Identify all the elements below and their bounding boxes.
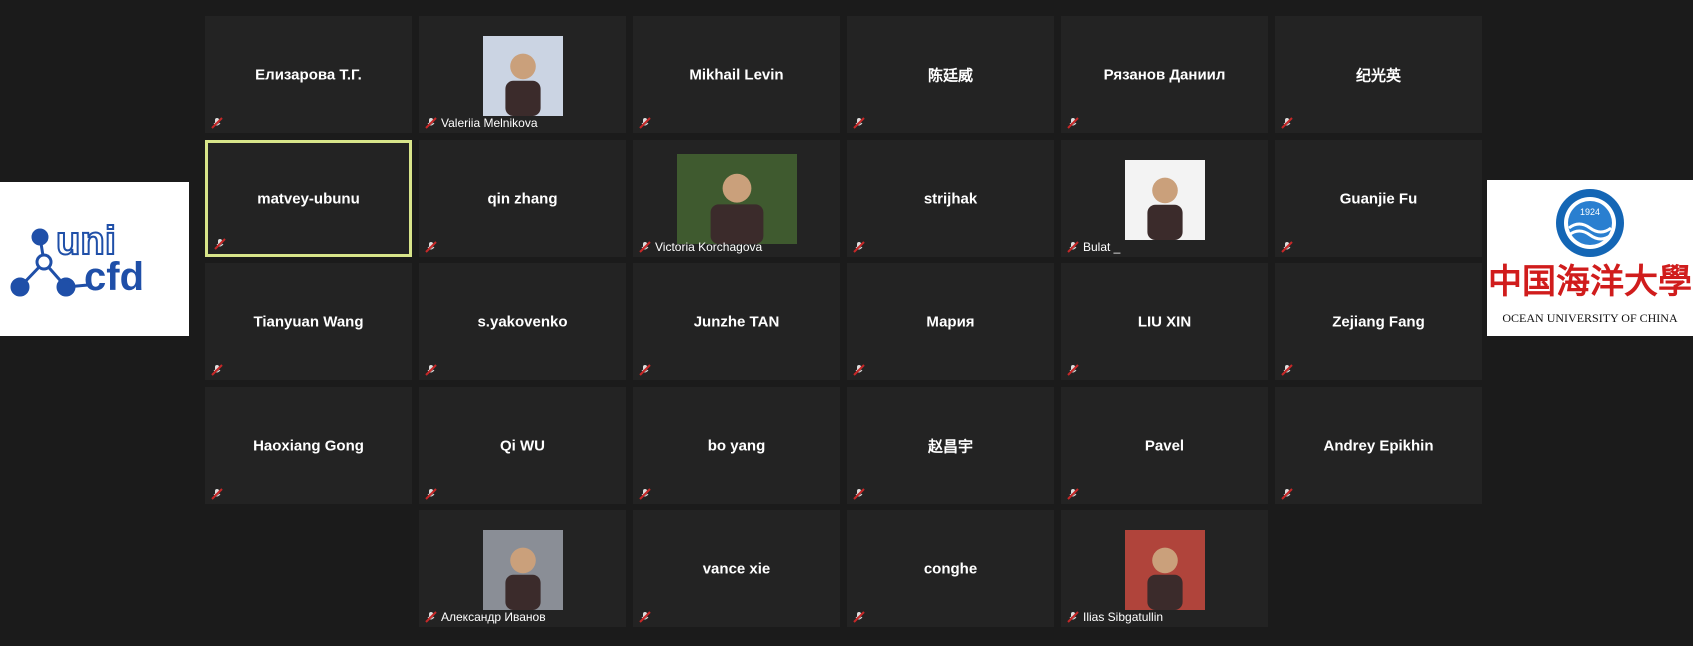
video-feed (483, 530, 563, 610)
participant-tile[interactable]: qin zhang (419, 140, 626, 257)
participant-name: matvey-ubunu (257, 190, 360, 207)
participant-name: Мария (926, 313, 975, 330)
participant-name: Рязанов Даниил (1103, 66, 1226, 83)
video-feed (1125, 160, 1205, 240)
video-feed (1125, 530, 1205, 610)
participant-name: LIU XIN (1137, 313, 1192, 330)
mic-muted-icon (853, 611, 865, 623)
participant-tile[interactable]: conghe (847, 510, 1054, 627)
participant-name: Tianyuan Wang (253, 313, 364, 330)
participant-tile[interactable]: Andrey Epikhin (1275, 387, 1482, 504)
mic-muted-icon (639, 117, 651, 129)
participant-tile[interactable]: bo yang (633, 387, 840, 504)
mic-muted-icon (425, 364, 437, 376)
participant-name-label: Александр Иванов (441, 610, 546, 624)
mic-muted-icon (425, 117, 437, 129)
participant-tile[interactable]: vance xie (633, 510, 840, 627)
video-feed (677, 154, 797, 244)
participant-tile[interactable]: Рязанов Даниил (1061, 16, 1268, 133)
participant-name: 纪光英 (1355, 67, 1401, 84)
participant-name: Zejiang Fang (1332, 313, 1425, 330)
participant-tile[interactable]: Bulat _ (1061, 140, 1268, 257)
participant-name: 赵昌宇 (927, 438, 973, 455)
participant-name: Haoxiang Gong (253, 437, 364, 454)
participant-name: Mikhail Levin (689, 66, 784, 83)
participant-tile[interactable]: Guanjie Fu (1275, 140, 1482, 257)
participant-name-label: Valeriia Melnikova (441, 116, 538, 130)
ocean-university-logo: 1924 中国海洋大學 OCEAN UNIVERSITY OF CHINA (1487, 180, 1693, 336)
participant-tile[interactable]: Александр Иванов (419, 510, 626, 627)
participant-tile[interactable]: 赵昌宇 (847, 387, 1054, 504)
participant-name: Qi WU (500, 437, 545, 454)
participant-tile[interactable]: Zejiang Fang (1275, 263, 1482, 380)
participant-tile[interactable]: Pavel (1061, 387, 1268, 504)
mic-muted-icon (211, 117, 223, 129)
mic-muted-icon (1067, 611, 1079, 623)
participant-tile[interactable]: 纪光英 (1275, 16, 1482, 133)
participant-tile[interactable]: Мария (847, 263, 1054, 380)
mic-muted-icon (639, 488, 651, 500)
mic-muted-icon (853, 488, 865, 500)
mic-muted-icon (211, 488, 223, 500)
participant-tile[interactable]: Qi WU (419, 387, 626, 504)
participant-tile[interactable]: Елизарова Т.Г. (205, 16, 412, 133)
participant-tile[interactable]: 陈廷威 (847, 16, 1054, 133)
logo-english-text: OCEAN UNIVERSITY OF CHINA (1502, 311, 1678, 325)
unicfd-logo: uni cfd (0, 182, 189, 336)
participant-tile[interactable]: Mikhail Levin (633, 16, 840, 133)
mic-muted-icon (1281, 241, 1293, 253)
participant-tile[interactable]: Junzhe TAN (633, 263, 840, 380)
mic-muted-icon (1281, 364, 1293, 376)
seal-year: 1924 (1580, 207, 1600, 217)
participant-tile[interactable]: Valeriia Melnikova (419, 16, 626, 133)
participant-name: Pavel (1144, 437, 1185, 454)
video-feed (483, 36, 563, 116)
participant-name: conghe (923, 560, 978, 577)
logo-chinese-text: 中国海洋大學 (1488, 262, 1692, 302)
participant-name-label: Ilias Sibgatullin (1083, 610, 1164, 624)
mic-muted-icon (214, 238, 226, 250)
participant-name: Andrey Epikhin (1323, 437, 1434, 454)
mic-muted-icon (639, 364, 651, 376)
mic-muted-icon (425, 488, 437, 500)
mic-muted-icon (1067, 241, 1079, 253)
mic-muted-icon (1281, 488, 1293, 500)
logo-text-cfd: cfd (84, 255, 144, 299)
participant-name: bo yang (707, 437, 766, 454)
mic-muted-icon (853, 117, 865, 129)
participant-tile[interactable]: Victoria Korchagova (633, 140, 840, 257)
mic-muted-icon (425, 611, 437, 623)
participant-tile[interactable]: LIU XIN (1061, 263, 1268, 380)
mic-muted-icon (1281, 117, 1293, 129)
participant-tile[interactable]: s.yakovenko (419, 263, 626, 380)
mic-muted-icon (1067, 117, 1079, 129)
participant-name: 陈廷威 (927, 67, 973, 84)
participant-tile[interactable]: Tianyuan Wang (205, 263, 412, 380)
participant-name: Елизарова Т.Г. (255, 66, 362, 83)
mic-muted-icon (639, 241, 651, 253)
participant-tile[interactable]: Haoxiang Gong (205, 387, 412, 504)
participant-tile[interactable]: Ilias Sibgatullin (1061, 510, 1268, 627)
mic-muted-icon (211, 364, 223, 376)
mic-muted-icon (1067, 488, 1079, 500)
participant-tile[interactable]: strijhak (847, 140, 1054, 257)
participant-tile[interactable]: matvey-ubunu (205, 140, 412, 257)
mic-muted-icon (853, 241, 865, 253)
mic-muted-icon (1067, 364, 1079, 376)
participant-name: vance xie (702, 560, 771, 577)
participant-name: Junzhe TAN (693, 313, 780, 330)
participant-name: strijhak (923, 190, 978, 207)
mic-muted-icon (425, 241, 437, 253)
participant-name-label: Bulat _ (1083, 240, 1121, 254)
participant-name: s.yakovenko (477, 313, 568, 330)
participant-name-label: Victoria Korchagova (655, 240, 763, 254)
mic-muted-icon (853, 364, 865, 376)
participant-name: qin zhang (487, 190, 558, 207)
mic-muted-icon (639, 611, 651, 623)
participant-name: Guanjie Fu (1339, 190, 1418, 207)
